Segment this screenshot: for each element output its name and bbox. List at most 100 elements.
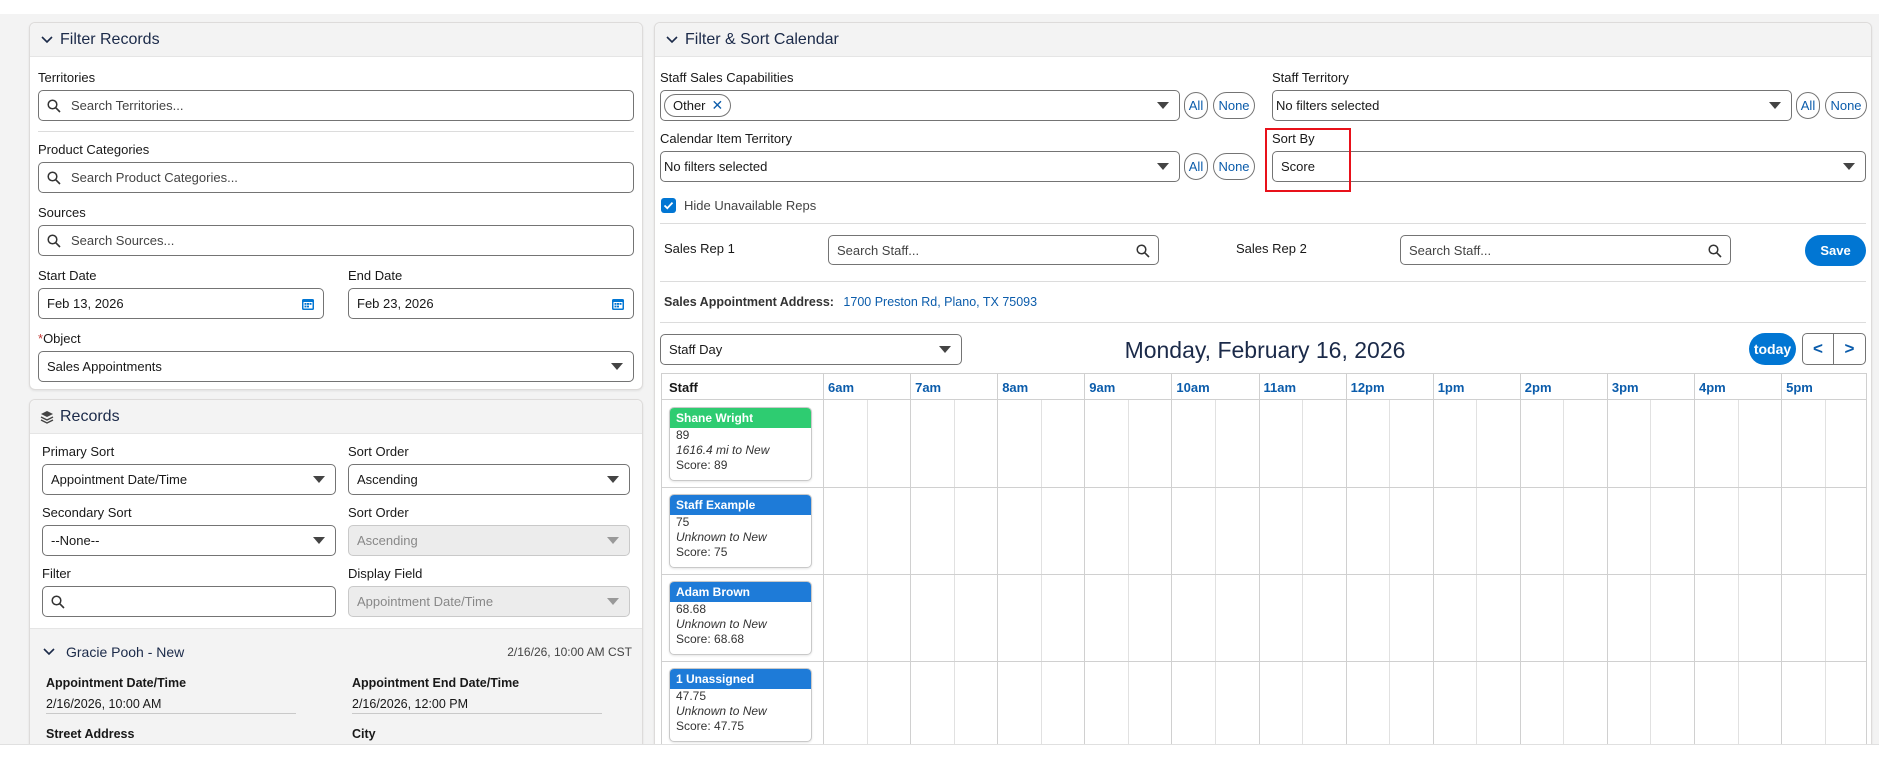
none-button[interactable]: None (1213, 153, 1255, 180)
staff-score-number: 89 (676, 428, 690, 442)
address-label: Sales Appointment Address: (664, 295, 834, 309)
chevron-down-icon (607, 476, 619, 483)
staff-sales-capabilities-select[interactable]: Other ✕ (660, 90, 1180, 121)
staff-name: Staff Example (670, 495, 811, 515)
staff-score: Score: 75 (676, 545, 728, 559)
sort-by-select[interactable]: Score (1272, 151, 1866, 182)
filter-pill[interactable]: Other ✕ (664, 94, 732, 117)
grid-header-line (661, 399, 1867, 400)
close-icon[interactable]: ✕ (712, 97, 724, 114)
sources-search-input[interactable]: Search Sources... (38, 225, 634, 256)
object-select[interactable]: Sales Appointments (38, 351, 634, 382)
record-name: Gracie Pooh - New (66, 644, 185, 660)
hour-gridline (1258, 373, 1260, 762)
check-icon (663, 201, 674, 210)
hour-gridline (1519, 373, 1521, 762)
staff-card[interactable]: Shane Wright 89 1616.4 mi to New Score: 89 (669, 407, 812, 481)
sort-order-2-label: Sort Order (348, 505, 409, 520)
hour-gridline (1345, 373, 1347, 762)
divider (660, 281, 1866, 282)
sales-rep-1-search-input[interactable]: Search Staff... (828, 235, 1159, 265)
half-hour-gridline (1040, 400, 1042, 762)
search-icon (1136, 244, 1150, 258)
filter-label: Filter (42, 566, 71, 581)
hour-label: 3pm (1611, 380, 1639, 395)
chevron-down-icon (1157, 163, 1169, 170)
staff-distance: Unknown to New (676, 617, 767, 631)
start-date-input[interactable]: Feb 13, 2026 (38, 288, 324, 319)
filter-records-title: Filter Records (60, 30, 160, 48)
staff-column-divider (823, 373, 824, 762)
calendar-header[interactable]: Filter & Sort Calendar (655, 23, 1871, 57)
divider (38, 131, 634, 132)
calendar-icon[interactable] (301, 297, 315, 311)
half-hour-gridline (1563, 400, 1565, 762)
secondary-sort-select[interactable]: --None-- (42, 525, 336, 556)
display-field-select: Appointment Date/Time (348, 586, 630, 617)
chevron-down-icon (1769, 102, 1781, 109)
records-header: Records (30, 400, 642, 434)
top-bar (0, 0, 1879, 14)
half-hour-gridline (1476, 400, 1478, 762)
staff-card[interactable]: 1 Unassigned 47.75 Unknown to New Score: 47… (669, 668, 812, 742)
staff-distance: Unknown to New (676, 704, 767, 718)
city-label: City (352, 727, 376, 741)
hour-label: 8am (1002, 380, 1029, 395)
all-button[interactable]: All (1796, 92, 1820, 119)
staff-column-header: Staff (669, 380, 698, 395)
territories-search-input[interactable]: Search Territories... (38, 90, 634, 121)
end-date-input[interactable]: Feb 23, 2026 (348, 288, 634, 319)
address-value[interactable]: 1700 Preston Rd, Plano, TX 75093 (843, 295, 1037, 309)
calendar-item-territory-select[interactable]: No filters selected (660, 151, 1180, 182)
hour-label: 11am (1263, 380, 1297, 395)
today-button[interactable]: today (1749, 333, 1796, 365)
staff-card[interactable]: Adam Brown 68.68 Unknown to New Score: 68.6… (669, 581, 812, 655)
filter-records-header[interactable]: Filter Records (30, 23, 642, 57)
display-field-label: Display Field (348, 566, 423, 581)
save-button[interactable]: Save (1805, 235, 1866, 266)
hour-gridline (1084, 373, 1086, 762)
search-icon (51, 594, 65, 609)
staff-card[interactable]: Staff Example 75 Unknown to New Score: 75 (669, 494, 812, 568)
records-title: Records (60, 407, 120, 425)
staff-score: Score: 89 (676, 458, 728, 472)
hour-gridline (1694, 373, 1695, 762)
sources-label: Sources (38, 205, 86, 220)
hour-gridline (997, 373, 999, 762)
all-button[interactable]: All (1184, 92, 1208, 119)
next-button[interactable]: > (1834, 333, 1866, 365)
prev-button[interactable]: < (1802, 333, 1834, 365)
staff-territory-label: Staff Territory (1272, 70, 1349, 85)
staff-territory-select[interactable]: No filters selected (1272, 90, 1792, 121)
filter-records-panel: Filter Records (29, 22, 643, 390)
appointment-address: Sales Appointment Address: 1700 Preston … (664, 295, 1037, 309)
calendar-icon[interactable] (611, 297, 625, 311)
sort-order-select[interactable]: Ascending (348, 464, 630, 495)
street-address-label: Street Address (46, 727, 135, 741)
filter-search-input[interactable] (42, 586, 336, 617)
product-categories-label: Product Categories (38, 142, 150, 157)
sales-rep-2-search-input[interactable]: Search Staff... (1400, 235, 1731, 265)
divider (660, 223, 1866, 224)
hour-gridline (910, 373, 912, 762)
none-button[interactable]: None (1213, 92, 1255, 119)
staff-name: Adam Brown (670, 582, 811, 602)
chevron-down-icon (313, 476, 325, 483)
chevron-down-icon (666, 35, 678, 43)
end-date-label: End Date (348, 268, 403, 283)
search-icon (1708, 244, 1722, 258)
none-button[interactable]: None (1825, 92, 1867, 119)
primary-sort-select[interactable]: Appointment Date/Time (42, 464, 336, 495)
all-button[interactable]: All (1184, 153, 1208, 180)
divider (660, 322, 1866, 323)
product-categories-search-input[interactable]: Search Product Categories... (38, 162, 634, 193)
appt-start-value: 2/16/2026, 10:00 AM (46, 697, 162, 711)
half-hour-gridline (1302, 400, 1304, 762)
staff-sales-capabilities-label: Staff Sales Capabilities (660, 70, 794, 85)
hide-unavailable-checkbox[interactable] (661, 198, 676, 213)
hour-label: 4pm (1699, 380, 1726, 395)
record-header[interactable]: Gracie Pooh - New 2/16/26, 10:00 AM CST (42, 642, 632, 662)
hour-label: 5pm (1786, 380, 1813, 395)
territories-label: Territories (38, 70, 96, 85)
view-select[interactable]: Staff Day (660, 334, 962, 365)
